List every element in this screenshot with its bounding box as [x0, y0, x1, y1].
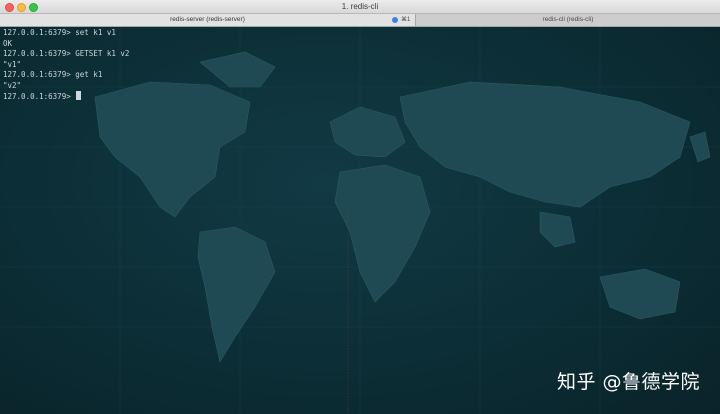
tab-label: redis-cli (redis-cli) — [542, 16, 594, 23]
terminal-line: "v1" — [3, 59, 22, 69]
terminal-line: 127.0.0.1:6379> GETSET k1 v2 — [3, 49, 130, 58]
terminal-prompt: 127.0.0.1:6379> — [3, 92, 76, 101]
terminal-line: 127.0.0.1:6379> get k1 — [3, 70, 103, 79]
terminal-prompt-line[interactable]: 127.0.0.1:6379> — [3, 91, 129, 103]
tab-bar: redis-server (redis-server) ⌘1 redis-cli… — [0, 14, 720, 27]
terminal-line: "v2" — [3, 80, 22, 90]
terminal-line: OK — [3, 38, 13, 48]
terminal-area[interactable]: 127.0.0.1:6379> set k1 v1 OK 127.0.0.1:637… — [0, 27, 720, 414]
terminal-line: 127.0.0.1:6379> set k1 v1 — [3, 28, 116, 37]
watermark: 知乎 @鲁德学院 — [556, 371, 700, 393]
terminal-output: 127.0.0.1:6379> set k1 v1 OK 127.0.0.1:637… — [3, 28, 129, 103]
title-bar: 1. redis-cli — [0, 0, 720, 14]
tab-redis-server[interactable]: redis-server (redis-server) — [0, 14, 416, 26]
activity-dot-icon — [392, 17, 398, 23]
window-title: 1. redis-cli — [341, 2, 379, 11]
tab-redis-cli[interactable]: redis-cli (redis-cli) — [416, 14, 720, 26]
tab-label: redis-server (redis-server) — [170, 16, 245, 23]
tab-shortcut: ⌘1 — [401, 17, 411, 23]
text-cursor — [76, 91, 82, 100]
terminal-window: 1. redis-cli redis-server (redis-server)… — [0, 0, 720, 414]
